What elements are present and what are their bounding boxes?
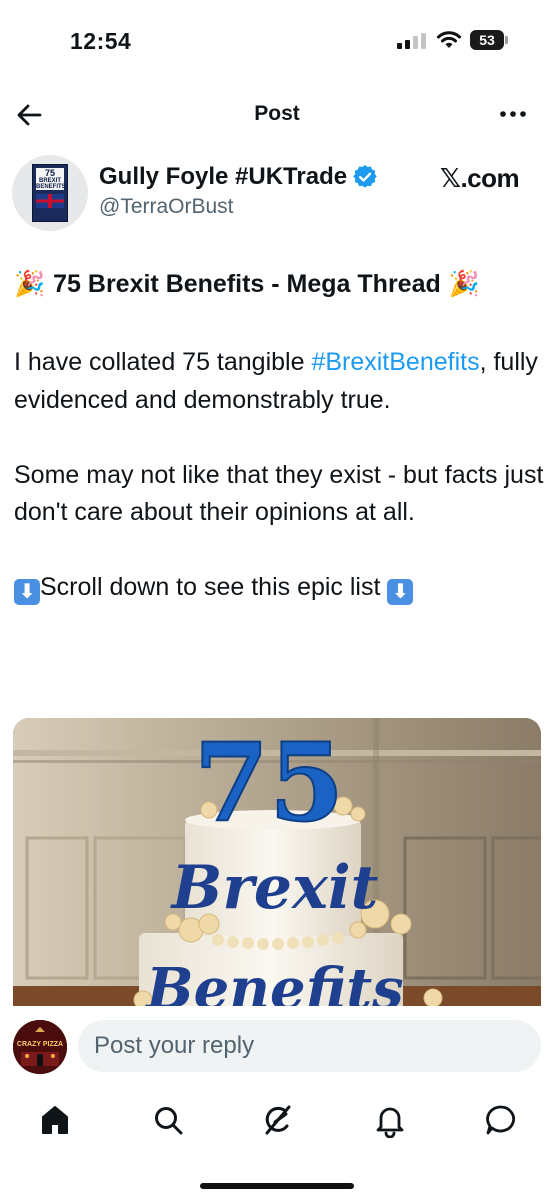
search-icon[interactable] <box>150 1102 186 1138</box>
page-title: Post <box>254 102 300 125</box>
post-header: Post <box>0 90 554 140</box>
source-label: 𝕏.com <box>440 163 520 193</box>
wifi-icon <box>437 31 461 48</box>
cake-topper-number: 75 <box>194 720 344 846</box>
reply-bar: CRAZY PIZZA Post your reply <box>0 1006 554 1086</box>
author-name[interactable]: Gully Foyle #UKTrade <box>99 163 347 191</box>
cellular-signal-icon <box>397 33 426 49</box>
cake-text-benefits: Benefits <box>144 956 403 1008</box>
post-body: I have collated 75 tangible #BrexitBenef… <box>14 344 544 644</box>
avatar-book-image: 75 BREXIT BENEFITS <box>32 164 68 222</box>
cake-text-brexit: Brexit <box>170 853 379 923</box>
author-handle[interactable]: @TerraOrBust <box>99 195 234 219</box>
cake-illustration: 75 Brexit Benefits <box>13 718 541 1008</box>
battery-icon: 53 <box>470 30 510 50</box>
author-name-row[interactable]: Gully Foyle #UKTrade <box>99 162 377 192</box>
hashtag-link[interactable]: #BrexitBenefits <box>311 348 479 376</box>
post-image[interactable]: 75 Brexit Benefits <box>13 718 541 1008</box>
down-arrow-icon: ⬇ <box>387 579 414 605</box>
notifications-icon[interactable] <box>372 1102 408 1138</box>
status-bar: 12:54 53 <box>0 0 554 80</box>
grok-icon[interactable] <box>260 1102 296 1138</box>
battery-level: 53 <box>470 30 504 50</box>
author-avatar[interactable]: 75 BREXIT BENEFITS <box>12 155 88 231</box>
party-popper-icon: 🎉 <box>14 270 46 298</box>
party-popper-icon: 🎉 <box>448 270 480 298</box>
thread-title: 🎉 75 Brexit Benefits - Mega Thread 🎉 <box>14 270 480 299</box>
home-indicator <box>200 1183 354 1189</box>
bottom-nav <box>0 1090 554 1150</box>
crazy-pizza-logo: CRAZY PIZZA <box>13 1020 67 1074</box>
svg-text:CRAZY PIZZA: CRAZY PIZZA <box>17 1041 63 1048</box>
union-flag-image <box>36 194 64 208</box>
verified-badge-icon <box>353 165 377 188</box>
post-paragraph-2: Some may not like that they exist - but … <box>14 460 544 527</box>
post-paragraph-1: I have collated 75 tangible #BrexitBenef… <box>14 348 538 414</box>
down-arrow-icon: ⬇ <box>14 579 40 605</box>
post-paragraph-3: ⬇ Scroll down to see this epic list ⬇ <box>14 569 544 607</box>
status-time: 12:54 <box>70 28 132 54</box>
reply-input[interactable]: Post your reply <box>78 1020 541 1072</box>
home-icon[interactable] <box>37 1102 73 1138</box>
more-horizontal-icon[interactable] <box>496 104 530 124</box>
user-avatar[interactable]: CRAZY PIZZA <box>13 1020 67 1074</box>
thread-title-text: 75 Brexit Benefits - Mega Thread <box>53 270 441 298</box>
messages-icon[interactable] <box>483 1102 519 1138</box>
